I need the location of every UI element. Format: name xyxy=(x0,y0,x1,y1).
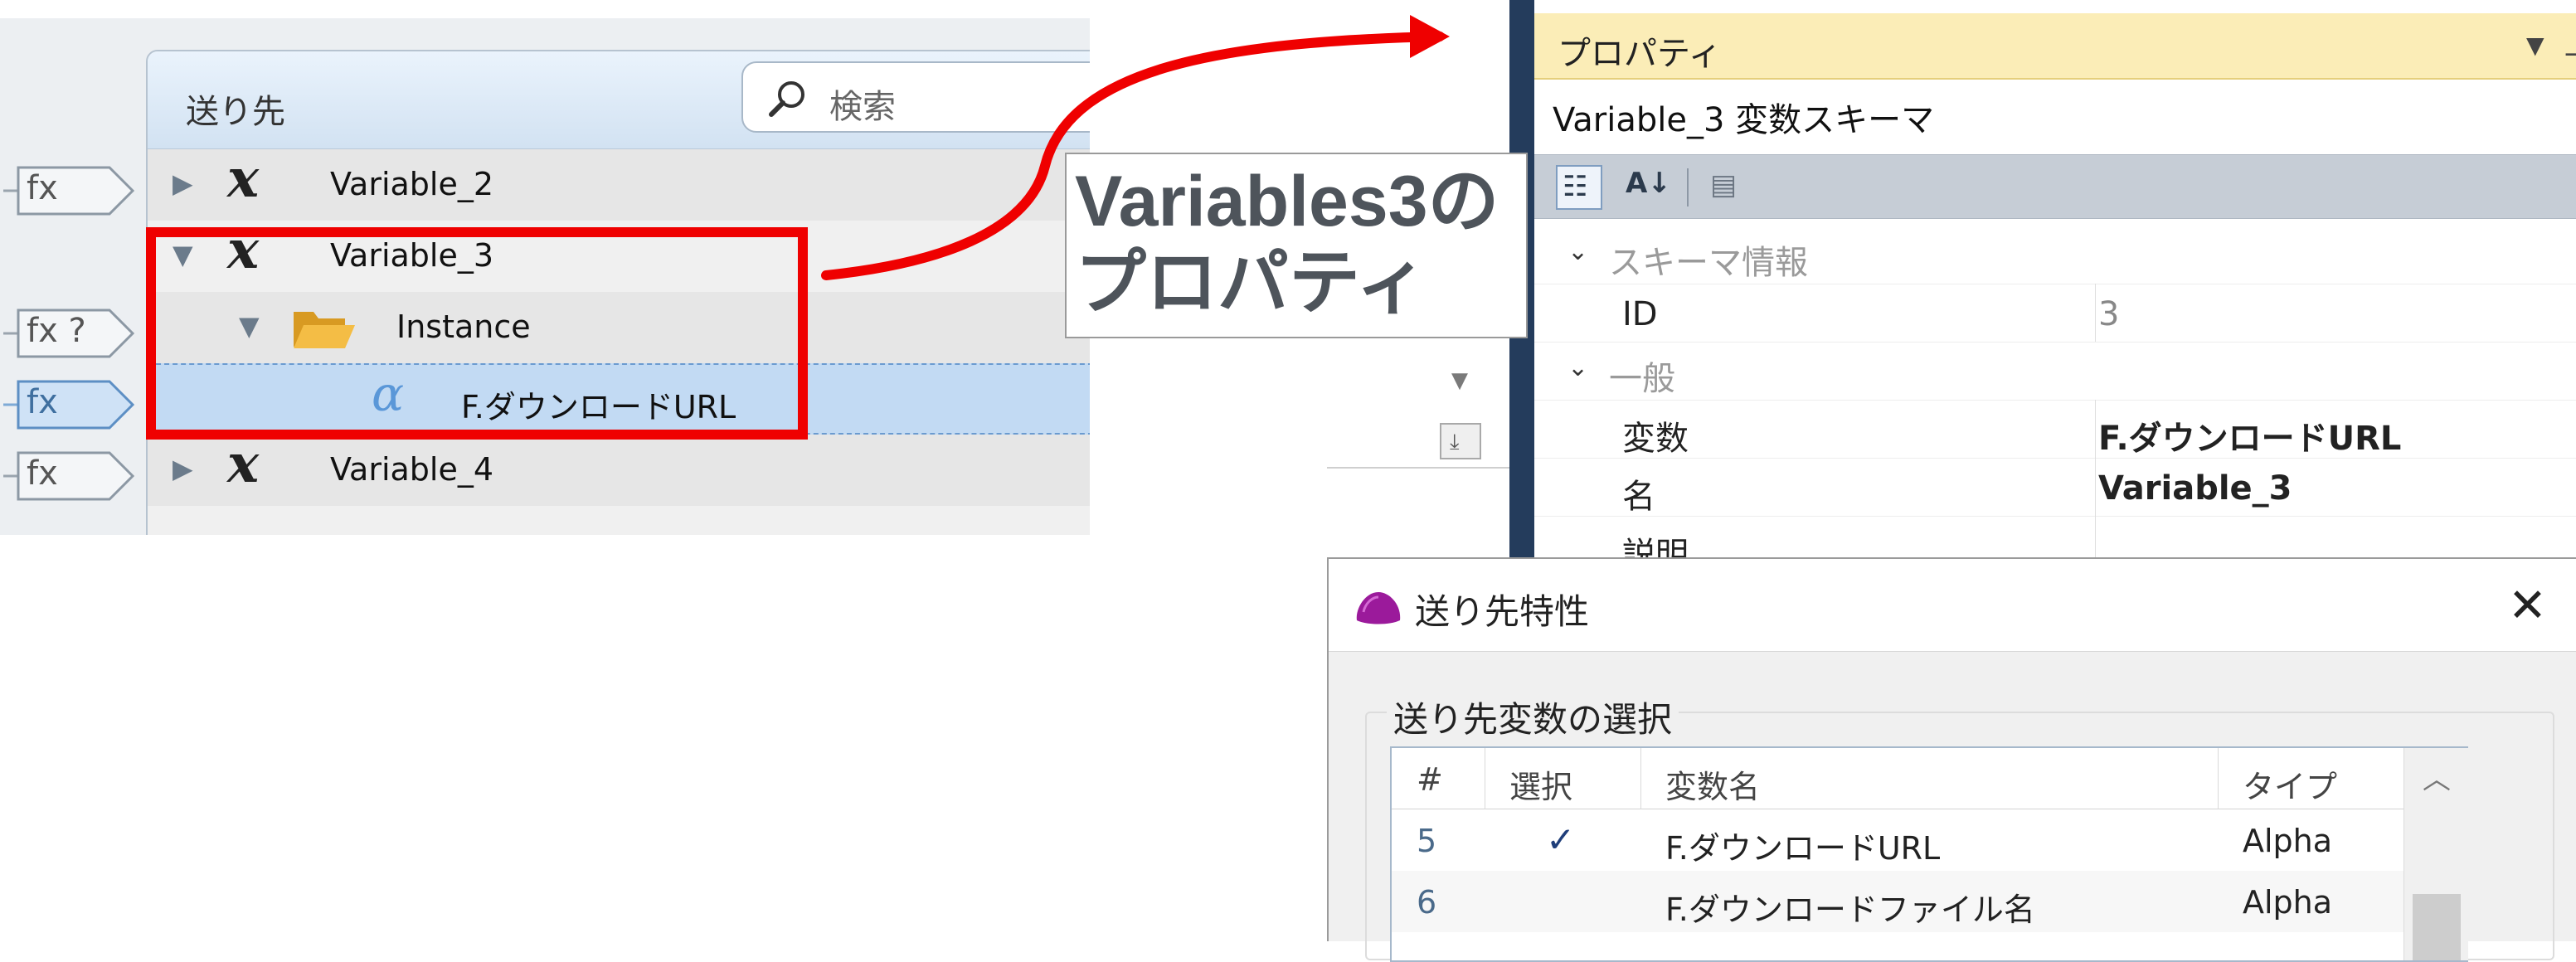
property-row-name[interactable]: 名 Variable_3 xyxy=(1534,458,2576,517)
property-row-id[interactable]: ID 3 xyxy=(1534,284,2576,343)
properties-title-bar: プロパティ ▼ ⊥ xyxy=(1534,13,2576,80)
row-number: 5 xyxy=(1417,823,1437,859)
properties-object-name: Variable_3 変数スキーマ xyxy=(1553,101,1935,139)
property-row-variable[interactable]: 変数 F.ダウンロードURL xyxy=(1534,400,2576,459)
expand-arrow-icon[interactable]: ▶ xyxy=(173,168,193,199)
variable-name: F.ダウンロードURL xyxy=(1665,830,1941,867)
column-header-number[interactable]: # xyxy=(1392,748,1485,809)
fx-label: fx xyxy=(27,169,58,207)
dropdown-icon[interactable]: ▼ xyxy=(2526,32,2544,59)
column-divider xyxy=(2095,458,2096,516)
app-logo-icon xyxy=(1356,592,1401,624)
toolbar-separator xyxy=(1687,168,1689,206)
alphabetical-view-button[interactable]: A↓ xyxy=(1626,165,1672,210)
fx-label: fx ? xyxy=(27,312,86,350)
expand-arrow-icon[interactable]: ▶ xyxy=(173,453,193,484)
row-number: 6 xyxy=(1417,884,1437,921)
fx-tag[interactable] xyxy=(3,449,136,503)
categorized-icon: ☷ xyxy=(1563,170,1588,203)
grid-row[interactable]: 6 F.ダウンロードファイル名 Alpha xyxy=(1392,871,2403,932)
property-value[interactable]: Variable_3 xyxy=(2098,469,2292,508)
property-name: 名 xyxy=(1622,478,1655,516)
callout-line-1: Variables3の xyxy=(1075,162,1499,241)
variable-name: F.ダウンロードファイル名 xyxy=(1665,892,2035,928)
fx-tag-selected[interactable] xyxy=(3,378,136,431)
scroll-end-button[interactable]: ⤓ xyxy=(1440,423,1481,459)
scrollbar-thumb[interactable] xyxy=(2413,894,2461,960)
search-placeholder: 検索 xyxy=(829,88,896,126)
collapse-chevron-icon[interactable]: ⌄ xyxy=(1567,353,1588,382)
property-value[interactable]: F.ダウンロードURL xyxy=(2098,411,2401,459)
tree-row-variable-2[interactable]: ▶ x Variable_2 xyxy=(148,149,1090,221)
tree-row-label: Variable_4 xyxy=(330,451,494,488)
callout-line-2: プロパティ xyxy=(1075,243,1427,323)
tree-header: 送り先 検索 xyxy=(148,51,1090,149)
scroll-up-icon[interactable]: ︿ xyxy=(2423,756,2451,797)
column-divider xyxy=(2095,400,2096,458)
variable-type: Alpha xyxy=(2243,823,2333,859)
scroll-down-icon[interactable]: ▼ xyxy=(1451,368,1468,393)
search-icon xyxy=(769,81,804,117)
fx-tag[interactable] xyxy=(3,164,136,217)
grid-header: # 選択 変数名 タイプ xyxy=(1392,748,2467,809)
property-pages-button[interactable]: ▤ xyxy=(1705,165,1752,210)
close-icon: ✕ xyxy=(2508,579,2547,633)
column-header-type[interactable]: タイプ xyxy=(2218,748,2403,809)
highlight-box xyxy=(146,227,808,440)
destination-properties-dialog: 送り先特性 ✕ 送り先変数の選択 # 選択 変数名 タイプ 5 ✓ F.ダウンロ… xyxy=(1327,557,2576,962)
category-general[interactable]: ⌄ 一般 xyxy=(1534,342,2576,401)
grid-row[interactable]: 5 ✓ F.ダウンロードURL Alpha xyxy=(1392,809,2403,871)
sort-az-icon: A↓ xyxy=(1626,167,1671,200)
variable-x-icon: x xyxy=(227,433,260,495)
category-label: スキーマ情報 xyxy=(1609,244,1808,282)
search-input[interactable]: 検索 xyxy=(741,61,1090,133)
tree-row-variable-4[interactable]: ▶ x Variable_4 xyxy=(148,435,1090,506)
fx-label: fx xyxy=(27,454,58,493)
column-divider xyxy=(2095,284,2096,342)
group-label: 送り先変数の選択 xyxy=(1387,692,1679,742)
callout-box: Variables3の プロパティ xyxy=(1065,153,1528,338)
check-icon[interactable]: ✓ xyxy=(1546,819,1575,860)
properties-title: プロパティ xyxy=(1558,35,1722,73)
category-label: 一般 xyxy=(1609,360,1675,398)
property-name: 変数 xyxy=(1622,420,1689,458)
properties-toolbar: ☷ A↓ ▤ xyxy=(1534,154,2576,219)
vertical-scrollbar[interactable]: ︿ xyxy=(2403,748,2468,960)
categorized-view-button[interactable]: ☷ xyxy=(1556,165,1602,210)
pin-icon[interactable]: ⊥ xyxy=(2563,23,2576,64)
collapse-chevron-icon[interactable]: ⌄ xyxy=(1567,237,1588,266)
property-name: ID xyxy=(1622,295,1658,333)
scroll-end-icon: ⤓ xyxy=(1450,430,1460,454)
property-pages-icon: ▤ xyxy=(1710,168,1738,202)
category-schema-info[interactable]: ⌄ スキーマ情報 xyxy=(1534,226,2576,284)
property-value: 3 xyxy=(2098,295,2120,333)
dialog-title: 送り先特性 xyxy=(1415,591,1590,632)
variable-grid: # 選択 変数名 タイプ 5 ✓ F.ダウンロードURL Alpha 6 F.ダ… xyxy=(1390,746,2468,962)
column-header-variable-name[interactable]: 変数名 xyxy=(1640,748,2219,809)
close-button[interactable]: ✕ xyxy=(2486,572,2561,639)
tree-row-label: Variable_2 xyxy=(330,166,494,202)
variable-x-icon: x xyxy=(227,148,260,210)
fx-label: fx xyxy=(27,383,58,421)
variable-type: Alpha xyxy=(2243,884,2333,921)
tree-header-label: 送り先 xyxy=(186,93,285,131)
column-header-select[interactable]: 選択 xyxy=(1485,748,1641,809)
dialog-title-bar: 送り先特性 ✕ xyxy=(1329,559,2576,652)
